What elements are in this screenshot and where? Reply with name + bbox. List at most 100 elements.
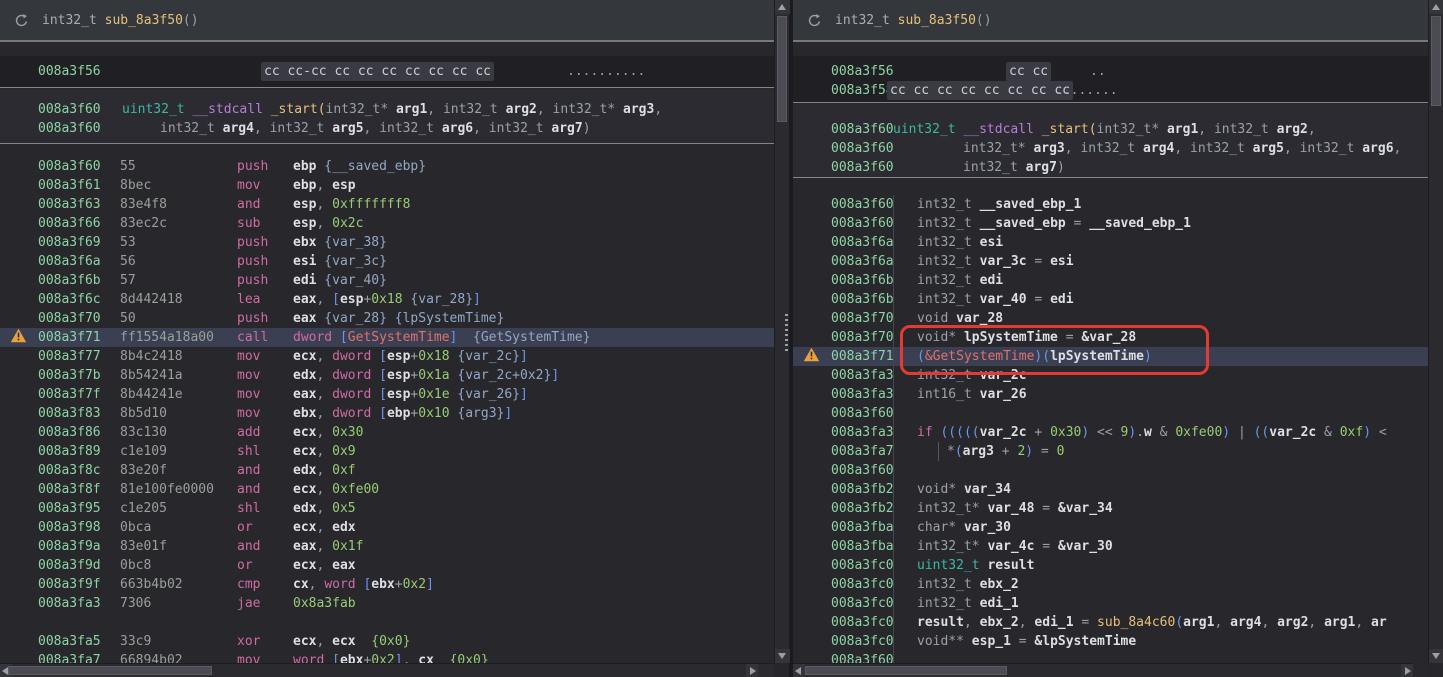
asm-row[interactable]: 008a3f618becmovebp, esp — [0, 176, 774, 195]
token-reg: ebx_2 — [980, 615, 1019, 630]
scroll-left-button[interactable] — [793, 664, 805, 677]
asm-row[interactable]: 008a3f6683ec2csubesp, 0x2c — [0, 214, 774, 233]
signature-row[interactable]: 008a3f60int32_t arg4, int32_t arg5, int3… — [0, 119, 774, 138]
token-ann: {var_40} — [316, 273, 386, 288]
code-row[interactable]: 008a3fa3int16_t var_26 — [793, 385, 1428, 404]
code-row[interactable]: 008a3f6aint32_t esi — [793, 233, 1428, 252]
bytes-row[interactable]: 008a3f56cc cc-cc cc cc cc cc cc cc cc...… — [0, 62, 774, 81]
code-row[interactable]: 008a3f6bint32_t edi — [793, 271, 1428, 290]
token-brk: ( — [955, 444, 963, 459]
token-imp: &GetSystemTime — [925, 349, 1035, 364]
code-row[interactable]: 008a3f70void* lpSystemTime = &var_28 — [793, 328, 1428, 347]
asm-row[interactable]: 008a3f778b4c2418movecx, dword [esp+0x18 … — [0, 347, 774, 366]
bytes-row[interactable]: 008a3f56cc cc.. — [793, 62, 1428, 81]
code-row[interactable]: 008a3fa3int32_t var_2c — [793, 366, 1428, 385]
token-reg: ebp — [293, 178, 316, 193]
scroll-down-button[interactable] — [775, 649, 790, 663]
signature-row[interactable]: 008a3f60uint32_t __stdcall _start(int32_… — [0, 100, 774, 119]
asm-row[interactable]: 008a3f9a83e01fandeax, 0x1f — [0, 537, 774, 556]
horizontal-scrollbar[interactable] — [0, 663, 774, 677]
code-text: int32_t ebx_2 — [917, 575, 1019, 594]
token-reg: edi_1 — [980, 596, 1019, 611]
code-row[interactable]: 008a3fc0int32_t ebx_2 — [793, 575, 1428, 594]
asm-row[interactable]: 008a3f8f81e100fe0000andecx, 0xfe00 — [0, 480, 774, 499]
token-reg: arg2 — [1277, 122, 1308, 137]
asm-row[interactable]: 008a3f8683c130addecx, 0x30 — [0, 423, 774, 442]
scroll-right-button[interactable] — [746, 664, 758, 677]
horizontal-scroll-thumb[interactable] — [805, 666, 1007, 675]
asm-row[interactable]: 008a3f6055pushebp {__saved_ebp} — [0, 157, 774, 176]
vertical-scrollbar[interactable] — [1428, 0, 1443, 663]
code-row[interactable]: 008a3fbachar* var_30 — [793, 518, 1428, 537]
asm-row[interactable]: 008a3f6953pushebx {var_38} — [0, 233, 774, 252]
blank-row[interactable]: 008a3f60 — [793, 461, 1428, 480]
code-row[interactable]: 008a3f60int32_t __saved_ebp_1 — [793, 195, 1428, 214]
scroll-down-button[interactable] — [1429, 649, 1443, 663]
mnemonic: mov — [237, 385, 260, 404]
code-row[interactable]: 008a3fbaint32_t* var_4c = &var_30 — [793, 537, 1428, 556]
code-text: result, ebx_2, edi_1 = sub_8a4c60(arg1, … — [917, 613, 1387, 632]
code-row[interactable]: 008a3fb2void* var_34 — [793, 480, 1428, 499]
asm-row[interactable]: 008a3f8c83e20fandedx, 0xf — [0, 461, 774, 480]
asm-row[interactable]: 008a3f7050pusheax {var_28} {lpSystemTime… — [0, 309, 774, 328]
address: 008a3f77 — [38, 347, 101, 366]
asm-row[interactable]: 008a3fa37306jae0x8a3fab — [0, 594, 774, 613]
asm-row[interactable]: 008a3f9d0bc8orecx, eax — [0, 556, 774, 575]
vertical-scroll-thumb[interactable] — [777, 16, 787, 122]
scroll-right-button[interactable] — [1401, 664, 1413, 677]
scroll-up-button[interactable] — [775, 0, 790, 14]
token-ann: {__saved_ebp} — [316, 159, 426, 174]
signature-row[interactable]: 008a3f60int32_t* arg3, int32_t arg4, int… — [793, 139, 1428, 158]
asm-row[interactable]: 008a3f6a56pushesi {var_3c} — [0, 252, 774, 271]
token-reg: result — [917, 615, 964, 630]
token-op: = — [1011, 634, 1034, 649]
asm-row[interactable]: 008a3f6b57pushedi {var_40} — [0, 271, 774, 290]
code-row[interactable]: 008a3fa3if (((((var_2c + 0x30) << 9).w &… — [793, 423, 1428, 442]
code-row[interactable]: 008a3fc0void** esp_1 = &lpSystemTime — [793, 632, 1428, 651]
code-text: int32_t var_2c — [917, 366, 1027, 385]
token-reg: ebx_2 — [980, 577, 1019, 592]
splitter-handle[interactable] — [785, 314, 788, 354]
asm-row[interactable]: 008a3f7b8b54241amovedx, dword [esp+0x1a … — [0, 366, 774, 385]
opcode-bytes: 7306 — [120, 594, 151, 613]
token-typ2: int32_t* — [917, 539, 987, 554]
vertical-scroll-thumb[interactable] — [1431, 16, 1441, 106]
code-row[interactable]: 008a3fb2int32_t* var_48 = &var_34 — [793, 499, 1428, 518]
signature-row[interactable]: 008a3f60int32_t arg7) — [793, 158, 1428, 177]
code-row[interactable]: 008a3f70void var_28 — [793, 309, 1428, 328]
code-row[interactable]: 008a3f71(&GetSystemTime)(lpSystemTime) — [793, 347, 1428, 366]
code-row[interactable]: 008a3f6aint32_t var_3c = esi — [793, 252, 1428, 271]
asm-row[interactable]: 008a3f71ff1554a18a00calldword [GetSystem… — [0, 328, 774, 347]
token-typ2: int32_t — [917, 235, 980, 250]
code-row[interactable]: 008a3fc0result, ebx_2, edi_1 = sub_8a4c6… — [793, 613, 1428, 632]
address: 008a3fc0 — [831, 594, 894, 613]
code-row[interactable]: 008a3fc0uint32_t result — [793, 556, 1428, 575]
scroll-up-button[interactable] — [1429, 0, 1443, 14]
code-row[interactable]: 008a3fa7*(arg3 + 2) = 0 — [793, 442, 1428, 461]
horizontal-scroll-thumb[interactable] — [8, 666, 212, 675]
code-row[interactable]: 008a3fc0int32_t edi_1 — [793, 594, 1428, 613]
code-row[interactable]: 008a3f60int32_t __saved_ebp = __saved_eb… — [793, 214, 1428, 233]
blank-row[interactable] — [0, 613, 774, 632]
address: 008a3f83 — [38, 404, 101, 423]
blank-row[interactable]: 008a3f60 — [793, 404, 1428, 423]
asm-row[interactable]: 008a3f6c8d442418leaeax, [esp+0x18 {var_2… — [0, 290, 774, 309]
signature-row[interactable]: 008a3f60uint32_t __stdcall _start(int32_… — [793, 120, 1428, 139]
asm-row[interactable]: 008a3f95c1e205shledx, 0x5 — [0, 499, 774, 518]
asm-row[interactable]: 008a3f89c1e109shlecx, 0x9 — [0, 442, 774, 461]
code-row[interactable]: 008a3f6bint32_t var_40 = edi — [793, 290, 1428, 309]
token-op: , — [316, 178, 332, 193]
token-fn: _start — [271, 102, 318, 117]
opcode-bytes: 0bc8 — [120, 556, 151, 575]
address: 008a3f7f — [38, 385, 101, 404]
token-typ2: void — [917, 311, 956, 326]
bytes-row[interactable]: 008a3f58cc cc cc cc cc cc cc cc........ — [793, 81, 1428, 100]
asm-row[interactable]: 008a3f838b5d10movebx, dword [ebp+0x10 {a… — [0, 404, 774, 423]
asm-row[interactable]: 008a3f9f663b4b02cmpcx, word [ebx+0x2] — [0, 575, 774, 594]
asm-row[interactable]: 008a3f7f8b44241emoveax, dword [esp+0x1e … — [0, 385, 774, 404]
horizontal-scrollbar[interactable] — [793, 663, 1413, 677]
asm-row[interactable]: 008a3fa533c9xorecx, ecx {0x0} — [0, 632, 774, 651]
asm-row[interactable]: 008a3f6383e4f8andesp, 0xfffffff8 — [0, 195, 774, 214]
asm-row[interactable]: 008a3f980bcaorecx, edx — [0, 518, 774, 537]
code-text: char* var_30 — [917, 518, 1011, 537]
